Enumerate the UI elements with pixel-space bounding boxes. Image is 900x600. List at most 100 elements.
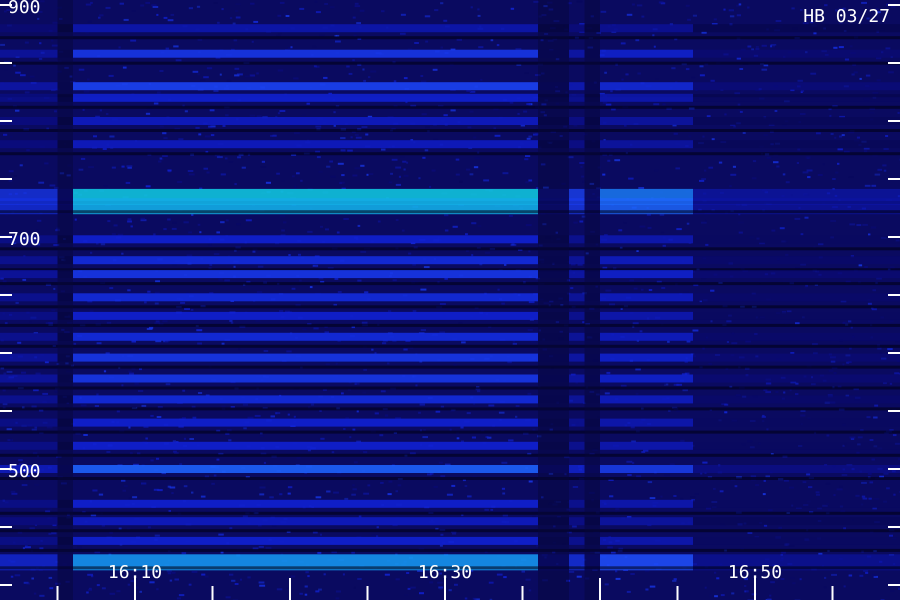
noise-pixel	[444, 214, 449, 217]
spectral-band	[73, 395, 538, 404]
noise-pixel	[188, 7, 193, 10]
spectral-band	[600, 395, 693, 404]
noise-pixel	[606, 371, 611, 374]
noise-pixel	[129, 372, 134, 375]
noise-pixel	[37, 17, 40, 20]
noise-pixel	[153, 233, 156, 236]
noise-pixel	[354, 134, 359, 136]
spectral-band	[600, 441, 693, 450]
noise-pixel	[368, 76, 371, 79]
noise-pixel	[320, 437, 325, 440]
spectral-band	[600, 332, 693, 341]
noise-pixel	[163, 137, 168, 140]
noise-pixel	[869, 481, 874, 484]
noise-pixel	[256, 72, 259, 75]
noise-pixel	[335, 590, 341, 593]
noise-pixel	[455, 173, 460, 176]
noise-pixel	[224, 279, 230, 282]
noise-pixel	[258, 581, 265, 584]
spectral-band	[73, 93, 538, 102]
noise-pixel	[862, 223, 868, 226]
noise-pixel	[384, 573, 390, 576]
noise-pixel	[395, 166, 402, 169]
noise-pixel	[408, 252, 412, 255]
noise-pixel	[163, 16, 168, 19]
noise-pixel	[305, 571, 309, 574]
spectral-band	[600, 117, 693, 125]
noise-pixel	[260, 165, 267, 168]
noise-pixel	[573, 221, 578, 224]
noise-pixel	[709, 594, 712, 597]
spectral-band	[0, 353, 58, 362]
noise-pixel	[794, 217, 801, 220]
noise-pixel	[435, 410, 441, 413]
noise-pixel	[490, 508, 494, 511]
noise-pixel	[494, 134, 501, 137]
band-gap	[0, 36, 900, 40]
noise-pixel	[187, 170, 194, 172]
noise-pixel	[333, 491, 339, 494]
noise-pixel	[226, 265, 232, 268]
noise-pixel	[471, 254, 474, 257]
noise-pixel	[74, 218, 77, 221]
noise-pixel	[443, 19, 448, 22]
noise-pixel	[188, 583, 192, 586]
noise-pixel	[871, 574, 877, 577]
spectral-band	[693, 256, 900, 265]
noise-pixel	[139, 590, 142, 593]
noise-pixel	[848, 176, 855, 179]
noise-pixel	[395, 183, 401, 186]
noise-pixel	[680, 439, 685, 442]
noise-pixel	[192, 416, 197, 419]
noise-pixel	[818, 243, 824, 246]
y-tick-label: 700	[8, 229, 41, 250]
noise-pixel	[285, 411, 288, 414]
noise-pixel	[460, 426, 464, 429]
noise-pixel	[451, 484, 456, 487]
noise-pixel	[348, 72, 353, 75]
noise-pixel	[837, 148, 843, 151]
noise-pixel	[779, 227, 785, 230]
noise-pixel	[15, 109, 20, 112]
noise-pixel	[416, 382, 419, 385]
noise-pixel	[532, 428, 536, 431]
noise-pixel	[660, 495, 663, 498]
noise-pixel	[128, 497, 132, 500]
noise-pixel	[641, 288, 644, 291]
noise-pixel	[307, 230, 313, 233]
noise-pixel	[401, 229, 405, 232]
noise-pixel	[363, 79, 366, 82]
noise-pixel	[889, 320, 894, 323]
noise-pixel	[508, 214, 513, 217]
noise-pixel	[833, 494, 836, 497]
spectral-band	[600, 82, 693, 91]
noise-pixel	[439, 544, 443, 547]
spectral-band	[0, 24, 58, 33]
noise-pixel	[105, 113, 109, 115]
noise-pixel	[259, 493, 265, 496]
noise-pixel	[618, 229, 623, 232]
noise-pixel	[633, 287, 638, 290]
noise-pixel	[163, 228, 167, 231]
noise-pixel	[14, 574, 21, 577]
noise-pixel	[315, 265, 318, 268]
noise-pixel	[654, 169, 659, 172]
spectral-band	[569, 353, 585, 362]
noise-pixel	[848, 320, 852, 323]
spectral-band	[73, 353, 538, 362]
noise-pixel	[221, 342, 225, 345]
noise-pixel	[331, 451, 335, 454]
noise-pixel	[101, 587, 106, 590]
noise-pixel	[645, 588, 649, 591]
noise-pixel	[531, 341, 537, 344]
noise-pixel	[626, 13, 633, 16]
noise-pixel	[275, 412, 281, 415]
noise-pixel	[747, 6, 750, 9]
noise-pixel	[225, 219, 229, 222]
noise-pixel	[843, 585, 846, 588]
noise-pixel	[521, 570, 525, 573]
noise-pixel	[208, 125, 213, 128]
band-gap	[0, 477, 900, 480]
noise-pixel	[724, 403, 729, 406]
noise-pixel	[864, 150, 868, 153]
